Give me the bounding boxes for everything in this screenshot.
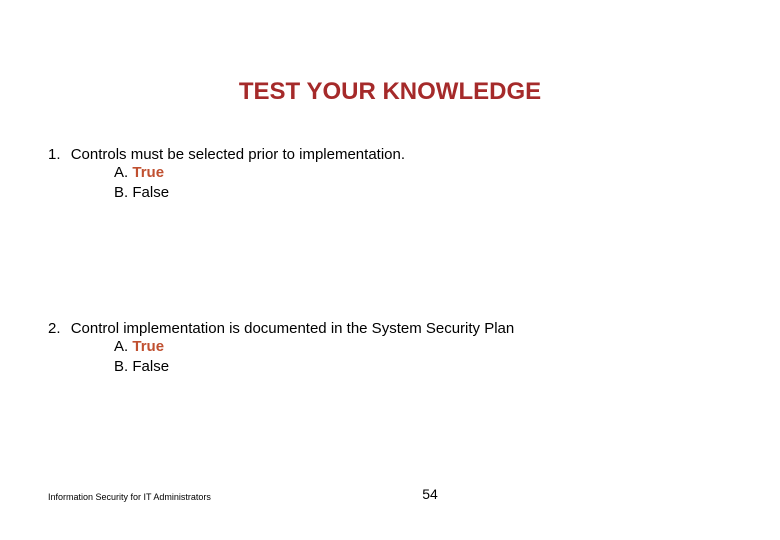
question-body: Controls must be selected prior to imple… <box>71 146 405 163</box>
page-title: TEST YOUR KNOWLEDGE <box>0 0 780 126</box>
answer-label: B. <box>114 358 128 375</box>
question-number: 1. <box>48 146 61 163</box>
answer-text: True <box>132 164 164 181</box>
page-number-container: 54 <box>0 486 780 502</box>
content-area: 1. Controls must be selected prior to im… <box>0 146 780 376</box>
question-2: 2. Control implementation is documented … <box>48 320 732 376</box>
answer-text: True <box>132 338 164 355</box>
question-number: 2. <box>48 320 61 337</box>
question-text: 2. Control implementation is documented … <box>48 320 732 337</box>
question-1: 1. Controls must be selected prior to im… <box>48 146 732 202</box>
answer-b: B. False <box>48 183 732 203</box>
answer-text: False <box>132 184 169 201</box>
answer-a: A. True <box>48 163 732 183</box>
answer-label: B. <box>114 184 128 201</box>
answer-b: B. False <box>48 357 732 377</box>
answer-a: A. True <box>48 337 732 357</box>
answer-text: False <box>132 358 169 375</box>
question-body: Control implementation is documented in … <box>71 320 515 337</box>
question-text: 1. Controls must be selected prior to im… <box>48 146 732 163</box>
page-number: 54 <box>422 486 438 502</box>
answer-label: A. <box>114 338 128 355</box>
answer-label: A. <box>114 164 128 181</box>
